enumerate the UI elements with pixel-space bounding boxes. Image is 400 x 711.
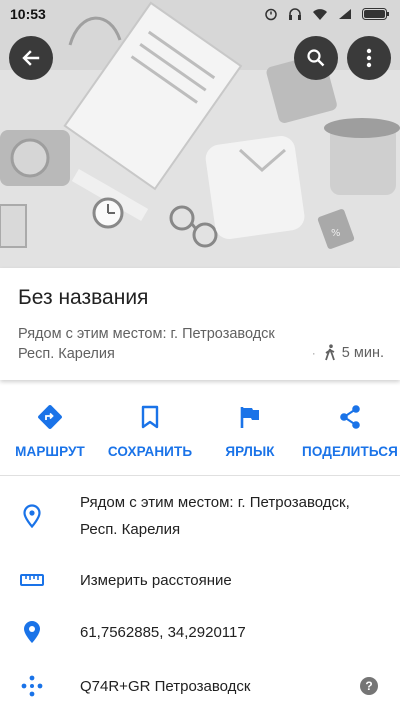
location-pin-outline-icon bbox=[20, 504, 44, 528]
location-pin-icon bbox=[20, 620, 44, 644]
share-label: ПОДЕЛИТЬСЯ bbox=[302, 444, 398, 459]
label-label: ЯРЛЫК bbox=[225, 444, 275, 459]
wifi-icon bbox=[313, 8, 327, 20]
walk-time: 5 мин. bbox=[341, 344, 384, 361]
nearby-text: Рядом с этим местом: г. Петрозаводск bbox=[18, 326, 275, 342]
illustration-graphic: % bbox=[0, 0, 400, 268]
nearby-region-text: Респ. Карелия bbox=[18, 346, 115, 362]
alarm-icon bbox=[265, 8, 277, 21]
measure-distance-label: Измерить расстояние bbox=[80, 571, 232, 589]
save-label: СОХРАНИТЬ bbox=[107, 444, 193, 459]
save-button[interactable]: СОХРАНИТЬ bbox=[100, 380, 200, 475]
measure-distance-row[interactable]: Измерить расстояние bbox=[0, 562, 400, 598]
more-vert-icon bbox=[366, 48, 372, 68]
plus-code-row[interactable]: Q74R+GR Петрозаводск ? bbox=[0, 668, 400, 704]
back-button[interactable] bbox=[9, 36, 53, 80]
directions-label: МАРШРУТ bbox=[15, 444, 85, 459]
address-row[interactable]: Рядом с этим местом: г. Петрозаводск, Ре… bbox=[0, 484, 400, 548]
headset-icon bbox=[289, 8, 301, 20]
place-info-card[interactable]: Без названия Рядом с этим местом: г. Пет… bbox=[0, 268, 400, 380]
svg-text:%: % bbox=[331, 228, 341, 239]
battery-icon bbox=[362, 8, 389, 20]
plus-code-icon bbox=[20, 674, 44, 698]
place-title: Без названия bbox=[18, 286, 149, 309]
status-time: 10:53 bbox=[10, 6, 46, 22]
directions-button[interactable]: МАРШРУТ bbox=[0, 380, 100, 475]
signal-icon bbox=[339, 9, 351, 19]
search-button[interactable] bbox=[294, 36, 338, 80]
address-line1: Рядом с этим местом: г. Петрозаводск, bbox=[80, 494, 350, 511]
flag-icon bbox=[240, 407, 259, 428]
bookmark-icon bbox=[141, 405, 159, 429]
address-line2: Респ. Карелия bbox=[80, 521, 181, 538]
status-icons bbox=[264, 7, 390, 21]
directions-icon bbox=[38, 405, 62, 429]
separator-dot: · bbox=[311, 345, 316, 360]
plus-code-value: Q74R+GR Петрозаводск bbox=[80, 677, 251, 695]
status-bar: 10:53 bbox=[0, 0, 400, 28]
ruler-icon bbox=[20, 574, 44, 586]
walk-time-group: · 5 мин. bbox=[312, 344, 384, 361]
share-button[interactable]: ПОДЕЛИТЬСЯ bbox=[300, 380, 400, 475]
search-icon bbox=[307, 49, 325, 67]
coordinates-row[interactable]: 61,7562885, 34,2920117 bbox=[0, 614, 400, 650]
header-illustration: % bbox=[0, 0, 400, 268]
label-button[interactable]: ЯРЛЫК bbox=[200, 380, 300, 475]
more-options-button[interactable] bbox=[347, 36, 391, 80]
help-icon[interactable]: ? bbox=[360, 677, 378, 695]
arrow-left-icon bbox=[22, 50, 40, 66]
coordinates-value: 61,7562885, 34,2920117 bbox=[80, 623, 246, 641]
walking-icon bbox=[324, 344, 335, 361]
share-icon bbox=[340, 405, 360, 429]
action-bar: МАРШРУТ СОХРАНИТЬ ЯРЛЫК ПОДЕЛИТЬСЯ bbox=[0, 380, 400, 476]
